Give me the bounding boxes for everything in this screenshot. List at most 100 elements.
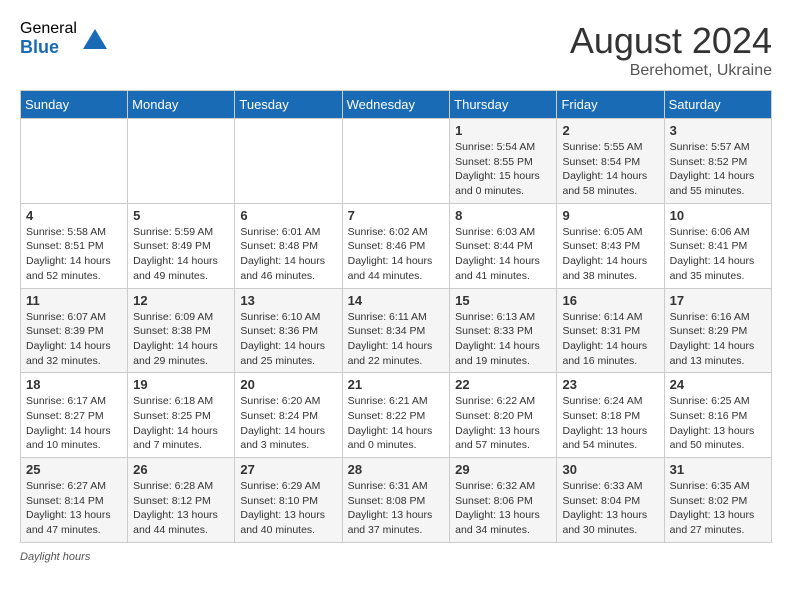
day-info: Sunrise: 6:20 AMSunset: 8:24 PMDaylight:… [240, 394, 336, 453]
day-number: 6 [240, 208, 336, 223]
calendar-cell: 19 Sunrise: 6:18 AMSunset: 8:25 PMDayligh… [128, 373, 235, 458]
day-number: 24 [670, 377, 766, 392]
calendar-cell: 12Sunrise: 6:09 AMSunset: 8:38 PMDayligh… [128, 288, 235, 373]
calendar-cell: 24Sunrise: 6:25 AMSunset: 8:16 PMDayligh… [664, 373, 771, 458]
col-monday: Monday [128, 91, 235, 119]
daylight-label: Daylight hours [20, 551, 90, 563]
day-number: 8 [455, 208, 551, 223]
day-number: 5 [133, 208, 229, 223]
col-sunday: Sunday [21, 91, 128, 119]
day-info: Sunrise: 5:54 AMSunset: 8:55 PMDaylight:… [455, 140, 551, 199]
col-wednesday: Wednesday [342, 91, 450, 119]
day-info: Sunrise: 6:29 AMSunset: 8:10 PMDaylight:… [240, 479, 336, 538]
month-year: August 2024 [570, 20, 772, 62]
calendar-cell [235, 119, 342, 204]
day-info: Sunrise: 6:07 AMSunset: 8:39 PMDaylight:… [26, 310, 122, 369]
calendar-cell [128, 119, 235, 204]
calendar-cell: 14 Sunrise: 6:11 AMSunset: 8:34 PMDayligh… [342, 288, 450, 373]
calendar-cell: 3 Sunrise: 5:57 AMSunset: 8:52 PMDaylight… [664, 119, 771, 204]
day-number: 16 [562, 293, 658, 308]
day-info: Sunrise: 5:57 AMSunset: 8:52 PMDaylight:… [670, 140, 766, 199]
day-info: Sunrise: 6:17 AMSunset: 8:27 PMDaylight:… [26, 394, 122, 453]
day-number: 3 [670, 123, 766, 138]
day-number: 28 [348, 462, 445, 477]
calendar-cell: 11 Sunrise: 6:07 AMSunset: 8:39 PMDayligh… [21, 288, 128, 373]
calendar-cell: 9 Sunrise: 6:05 AMSunset: 8:43 PMDaylight… [557, 203, 664, 288]
calendar-cell: 28 Sunrise: 6:31 AMSunset: 8:08 PMDayligh… [342, 458, 450, 543]
title-block: August 2024 Berehomet, Ukraine [570, 20, 772, 80]
day-info: Sunrise: 6:14 AMSunset: 8:31 PMDaylight:… [562, 310, 658, 369]
calendar-cell: 13Sunrise: 6:10 AMSunset: 8:36 PMDayligh… [235, 288, 342, 373]
day-number: 21 [348, 377, 445, 392]
logo: General Blue [20, 20, 109, 57]
calendar-cell: 20 Sunrise: 6:20 AMSunset: 8:24 PMDayligh… [235, 373, 342, 458]
day-number: 11 [26, 293, 122, 308]
calendar-cell: 25Sunrise: 6:27 AMSunset: 8:14 PMDayligh… [21, 458, 128, 543]
day-number: 25 [26, 462, 122, 477]
day-number: 22 [455, 377, 551, 392]
day-info: Sunrise: 6:28 AMSunset: 8:12 PMDaylight:… [133, 479, 229, 538]
day-number: 20 [240, 377, 336, 392]
calendar-week-5: 25Sunrise: 6:27 AMSunset: 8:14 PMDayligh… [21, 458, 772, 543]
day-info: Sunrise: 6:03 AMSunset: 8:44 PMDaylight:… [455, 225, 551, 284]
day-info: Sunrise: 6:32 AMSunset: 8:06 PMDaylight:… [455, 479, 551, 538]
day-number: 14 [348, 293, 445, 308]
day-number: 23 [562, 377, 658, 392]
calendar-cell: 5 Sunrise: 5:59 AMSunset: 8:49 PMDaylight… [128, 203, 235, 288]
day-info: Sunrise: 6:02 AMSunset: 8:46 PMDaylight:… [348, 225, 445, 284]
calendar-cell: 26 Sunrise: 6:28 AMSunset: 8:12 PMDayligh… [128, 458, 235, 543]
calendar-header-row: Sunday Monday Tuesday Wednesday Thursday… [21, 91, 772, 119]
day-info: Sunrise: 6:35 AMSunset: 8:02 PMDaylight:… [670, 479, 766, 538]
calendar-cell: 7 Sunrise: 6:02 AMSunset: 8:46 PMDaylight… [342, 203, 450, 288]
day-number: 13 [240, 293, 336, 308]
day-info: Sunrise: 6:06 AMSunset: 8:41 PMDaylight:… [670, 225, 766, 284]
day-number: 18 [26, 377, 122, 392]
day-number: 26 [133, 462, 229, 477]
col-thursday: Thursday [450, 91, 557, 119]
day-info: Sunrise: 6:22 AMSunset: 8:20 PMDaylight:… [455, 394, 551, 453]
day-number: 31 [670, 462, 766, 477]
calendar-cell: 27 Sunrise: 6:29 AMSunset: 8:10 PMDayligh… [235, 458, 342, 543]
day-info: Sunrise: 6:18 AMSunset: 8:25 PMDaylight:… [133, 394, 229, 453]
calendar-cell [342, 119, 450, 204]
day-number: 17 [670, 293, 766, 308]
footer-note: Daylight hours [20, 551, 772, 563]
day-number: 9 [562, 208, 658, 223]
day-info: Sunrise: 6:21 AMSunset: 8:22 PMDaylight:… [348, 394, 445, 453]
day-number: 29 [455, 462, 551, 477]
calendar-cell: 22 Sunrise: 6:22 AMSunset: 8:20 PMDayligh… [450, 373, 557, 458]
day-number: 2 [562, 123, 658, 138]
calendar-cell: 21 Sunrise: 6:21 AMSunset: 8:22 PMDayligh… [342, 373, 450, 458]
day-info: Sunrise: 6:11 AMSunset: 8:34 PMDaylight:… [348, 310, 445, 369]
day-info: Sunrise: 6:31 AMSunset: 8:08 PMDaylight:… [348, 479, 445, 538]
day-info: Sunrise: 5:59 AMSunset: 8:49 PMDaylight:… [133, 225, 229, 284]
col-friday: Friday [557, 91, 664, 119]
day-number: 1 [455, 123, 551, 138]
day-number: 10 [670, 208, 766, 223]
day-info: Sunrise: 5:58 AMSunset: 8:51 PMDaylight:… [26, 225, 122, 284]
day-info: Sunrise: 6:05 AMSunset: 8:43 PMDaylight:… [562, 225, 658, 284]
day-number: 19 [133, 377, 229, 392]
calendar-cell: 16 Sunrise: 6:14 AMSunset: 8:31 PMDayligh… [557, 288, 664, 373]
day-info: Sunrise: 6:33 AMSunset: 8:04 PMDaylight:… [562, 479, 658, 538]
day-number: 30 [562, 462, 658, 477]
day-number: 27 [240, 462, 336, 477]
calendar: Sunday Monday Tuesday Wednesday Thursday… [20, 90, 772, 543]
day-number: 7 [348, 208, 445, 223]
logo-general: General [20, 20, 77, 38]
day-info: Sunrise: 6:16 AMSunset: 8:29 PMDaylight:… [670, 310, 766, 369]
page-header: General Blue August 2024 Berehomet, Ukra… [20, 20, 772, 80]
calendar-week-1: 1 Sunrise: 5:54 AMSunset: 8:55 PMDaylight… [21, 119, 772, 204]
calendar-cell: 30 Sunrise: 6:33 AMSunset: 8:04 PMDayligh… [557, 458, 664, 543]
calendar-week-2: 4Sunrise: 5:58 AMSunset: 8:51 PMDaylight… [21, 203, 772, 288]
calendar-cell: 18 Sunrise: 6:17 AMSunset: 8:27 PMDayligh… [21, 373, 128, 458]
calendar-cell: 1 Sunrise: 5:54 AMSunset: 8:55 PMDaylight… [450, 119, 557, 204]
calendar-cell: 10 Sunrise: 6:06 AMSunset: 8:41 PMDayligh… [664, 203, 771, 288]
day-number: 15 [455, 293, 551, 308]
day-info: Sunrise: 5:55 AMSunset: 8:54 PMDaylight:… [562, 140, 658, 199]
calendar-cell: 6Sunrise: 6:01 AMSunset: 8:48 PMDaylight… [235, 203, 342, 288]
logo-blue: Blue [20, 38, 77, 58]
calendar-week-3: 11 Sunrise: 6:07 AMSunset: 8:39 PMDayligh… [21, 288, 772, 373]
col-tuesday: Tuesday [235, 91, 342, 119]
calendar-cell [21, 119, 128, 204]
